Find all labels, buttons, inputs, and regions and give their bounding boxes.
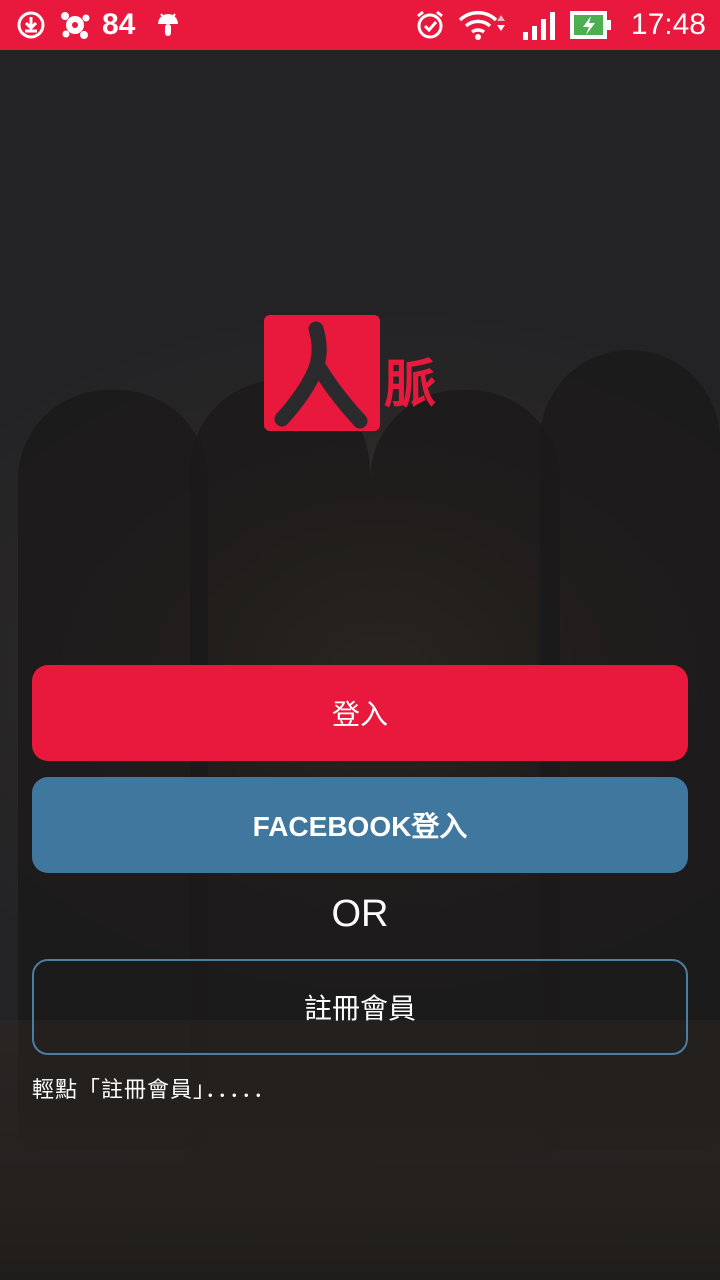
or-divider-text: OR [331, 893, 389, 935]
login-button-label: 登入 [331, 698, 388, 731]
app-logo: 脈 [264, 315, 464, 435]
logo-person-glyph [274, 321, 368, 429]
logo-text: 脈 [384, 354, 437, 415]
logo-red-box [264, 315, 380, 431]
facebook-login-button[interactable]: FACEBOOK登入 [32, 777, 688, 873]
wifi-icon [457, 8, 509, 42]
register-button[interactable]: 註冊會員 [32, 959, 688, 1055]
status-bar-right: 17:48 [413, 8, 706, 42]
android-icon [151, 8, 185, 42]
facebook-login-label: FACEBOOK登入 [252, 811, 468, 842]
register-hint: 輕點「註冊會員」．．．．． [32, 1078, 277, 1103]
download-icon [14, 8, 48, 42]
signal-icon [519, 8, 559, 42]
clock: 17:48 [630, 8, 706, 41]
register-button-label: 註冊會員 [303, 992, 416, 1025]
status-bar: 84 17:48 [0, 0, 720, 50]
notification-count: 84 [102, 8, 136, 41]
battery-charging-icon [569, 8, 613, 42]
avast-icon [58, 8, 92, 42]
status-bar-left: 84 [14, 8, 195, 42]
login-button[interactable]: 登入 [32, 665, 688, 761]
alarm-icon [413, 8, 447, 42]
